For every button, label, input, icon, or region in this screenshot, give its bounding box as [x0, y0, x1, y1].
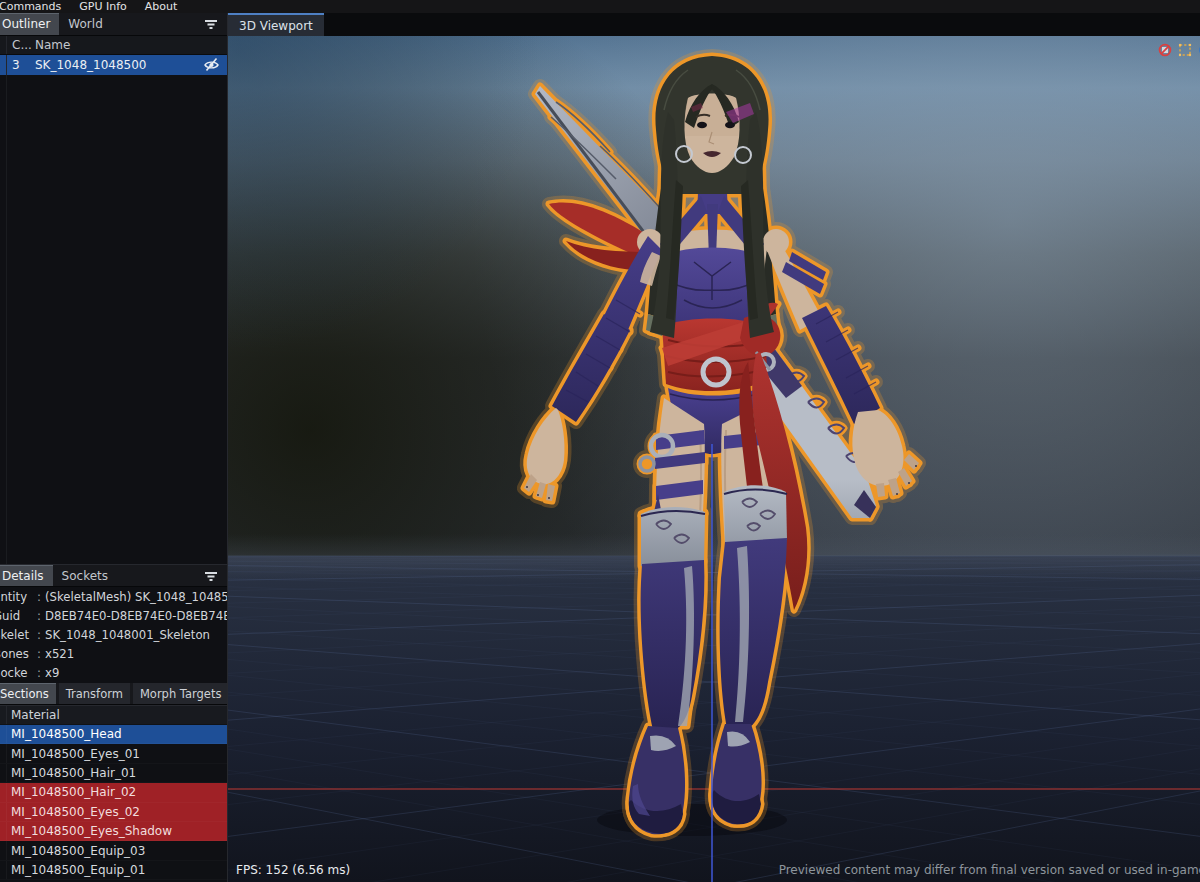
outliner-col-count: C...	[7, 38, 34, 52]
selection-box-icon[interactable]	[1178, 43, 1192, 57]
detail-field-bones: Bones:x521	[0, 645, 228, 664]
detail-field-skelet: Skelet:SK_1048_1048001_Skeleton	[0, 625, 228, 644]
detail-field-label: Guid	[0, 609, 33, 623]
filter-icon[interactable]	[204, 570, 218, 583]
viewport-tab-bar: 3D Viewport	[228, 13, 1200, 36]
filter-icon[interactable]	[204, 18, 218, 31]
no-render-icon[interactable]	[1158, 43, 1172, 57]
outliner-row[interactable]: 3SK_1048_1048500	[0, 55, 228, 75]
material-column-label: Material	[7, 708, 60, 722]
detail-field-label: Entity	[0, 590, 33, 604]
tab-sockets[interactable]: Sockets	[53, 565, 117, 586]
menu-bar: CommandsGPU InfoAbout	[0, 0, 1200, 13]
material-row[interactable]: MI_1048500_Hair_01	[0, 764, 228, 783]
tab-transform[interactable]: Transform	[59, 683, 130, 704]
outliner-gutter	[0, 36, 7, 54]
material-name: MI_1048500_Eyes_Shadow	[7, 824, 172, 838]
material-name: MI_1048500_Head	[7, 727, 122, 741]
detail-field-label: Socke	[0, 666, 33, 680]
outliner-tab-bar: OutlinerWorld	[0, 13, 228, 36]
preview-disclaimer: Previewed content may differ from final …	[779, 863, 1200, 877]
left-panel: OutlinerWorld C... Name 3SK_1048_1048500…	[0, 13, 228, 882]
viewport-canvas[interactable]: FPS: 152 (6.56 ms) Previewed content may…	[228, 36, 1200, 882]
detail-field-socke: Socke:x9	[0, 664, 228, 683]
detail-field-label: Bones	[0, 647, 33, 661]
material-row[interactable]: MI_1048500_Equip_03	[0, 841, 228, 860]
detail-field-value: x9	[45, 666, 228, 680]
menu-item-about[interactable]: About	[136, 0, 187, 13]
material-row[interactable]: MI_1048500_Hair_02	[0, 783, 228, 802]
outliner-empty-area[interactable]	[0, 75, 228, 564]
fps-counter: FPS: 152 (6.56 ms)	[236, 863, 350, 877]
visibility-off-icon[interactable]	[203, 57, 220, 73]
outliner-row-count: 3	[7, 58, 34, 72]
sections-tab-bar: SectionsTransformMorph Targets	[0, 683, 228, 705]
tab-3d-viewport[interactable]: 3D Viewport	[228, 13, 324, 36]
tab-details[interactable]: Details	[0, 565, 53, 586]
menu-item-gpu-info[interactable]: GPU Info	[70, 0, 136, 13]
detail-field-value: D8EB74E0-D8EB74E0-D8EB74E0-D8EB74E0	[45, 609, 228, 623]
material-name: MI_1048500_Equip_01	[7, 863, 145, 877]
material-row[interactable]: MI_1048500_Eyes_Shadow	[0, 822, 228, 841]
detail-field-entity: Entity:(SkeletalMesh) SK_1048_1048500	[0, 587, 228, 606]
material-gutter	[0, 706, 7, 724]
tab-morph-targets[interactable]: Morph Targets	[133, 683, 228, 704]
detail-field-label: Skelet	[0, 628, 33, 642]
detail-field-guid: Guid:D8EB74E0-D8EB74E0-D8EB74E0-D8EB74E0	[0, 606, 228, 625]
details-tab-bar: DetailsSockets	[0, 564, 228, 587]
material-row[interactable]: MI_1048500_Eyes_02	[0, 803, 228, 822]
tab-world[interactable]: World	[59, 13, 111, 35]
material-name: MI_1048500_Hair_02	[7, 785, 136, 799]
detail-field-value: x521	[45, 647, 228, 661]
material-header: Material	[0, 705, 228, 725]
outliner-header: C... Name	[0, 36, 228, 55]
viewport-panel: 3D Viewport	[228, 13, 1200, 882]
material-row[interactable]: MI_1048500_Eyes_01	[0, 744, 228, 763]
detail-field-value: SK_1048_1048001_Skeleton	[45, 628, 228, 642]
material-name: MI_1048500_Equip_03	[7, 844, 145, 858]
material-row[interactable]: MI_1048500_Head	[0, 725, 228, 744]
tab-outliner[interactable]: Outliner	[0, 13, 59, 35]
outliner-row-name: SK_1048_1048500	[34, 58, 228, 72]
menu-item-commands[interactable]: Commands	[0, 0, 70, 13]
material-name: MI_1048500_Hair_01	[7, 766, 136, 780]
outliner-col-name: Name	[34, 38, 228, 52]
tab-sections[interactable]: Sections	[0, 683, 56, 704]
material-name: MI_1048500_Eyes_01	[7, 747, 140, 761]
detail-field-value: (SkeletalMesh) SK_1048_1048500	[45, 590, 228, 604]
material-name: MI_1048500_Eyes_02	[7, 805, 140, 819]
material-row[interactable]: MI_1048500_Equip_01	[0, 861, 228, 880]
